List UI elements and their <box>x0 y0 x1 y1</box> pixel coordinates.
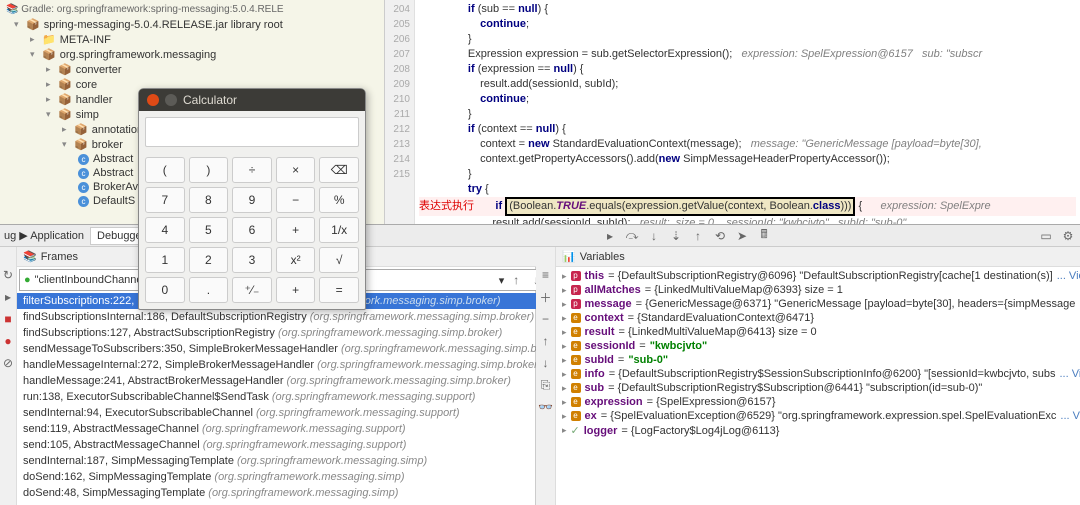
calc-button[interactable]: = <box>319 277 359 303</box>
frame-item[interactable]: doSend:48, SimpMessagingTemplate (org.sp… <box>17 485 571 501</box>
calc-button[interactable]: 1/x <box>319 217 359 243</box>
frame-item[interactable]: doSend:162, SimpMessagingTemplate (org.s… <box>17 469 571 485</box>
breakpoints-icon[interactable]: ● <box>0 333 16 349</box>
variable-list[interactable]: ▸ p this = {DefaultSubscriptionRegistry@… <box>556 267 1080 505</box>
calc-button[interactable]: 7 <box>145 187 185 213</box>
restart-icon[interactable]: ↻ <box>0 267 16 283</box>
calc-button[interactable]: + <box>276 217 316 243</box>
frame-item[interactable]: sendInternal:187, SimpMessagingTemplate … <box>17 453 571 469</box>
resume-icon[interactable]: ▸ <box>602 228 618 244</box>
calc-button[interactable]: 6 <box>232 217 272 243</box>
prev-frame-icon[interactable]: ↑ <box>508 272 524 288</box>
glasses-icon[interactable]: 👓 <box>538 399 554 415</box>
calculator-window[interactable]: Calculator ()÷×⌫789−%456+1/x123x²√0.⁺⁄₋+… <box>138 88 366 310</box>
calc-button[interactable]: x² <box>276 247 316 273</box>
calc-button[interactable]: √ <box>319 247 359 273</box>
run-to-cursor-icon[interactable]: ➤ <box>734 228 750 244</box>
evaluate-icon[interactable]: 🖩 <box>756 228 772 244</box>
calculator-titlebar[interactable]: Calculator <box>139 89 365 111</box>
calc-button[interactable]: 3 <box>232 247 272 273</box>
variable-item[interactable]: ▸ e result = {LinkedMultiValueMap@6413} … <box>558 325 1080 339</box>
variable-item[interactable]: ▸ e sub = {DefaultSubscriptionRegistry$S… <box>558 381 1080 395</box>
drop-frame-icon[interactable]: ⟲ <box>712 228 728 244</box>
up-icon[interactable]: ↑ <box>538 333 554 349</box>
calc-button[interactable]: + <box>276 277 316 303</box>
step-out-icon[interactable]: ↑ <box>690 228 706 244</box>
stop-icon[interactable]: ■ <box>0 311 16 327</box>
frame-list[interactable]: filterSubscriptions:222, DefaultSubscrip… <box>17 293 571 505</box>
meta-inf-node[interactable]: ▸📁 META-INF <box>2 32 382 47</box>
remove-watch-icon[interactable]: − <box>538 311 554 327</box>
pkg-node[interactable]: ▸📦 converter <box>2 62 382 77</box>
debug-label: ug ▶ Application <box>4 229 84 242</box>
frame-item[interactable]: findSubscriptionsInternal:186, DefaultSu… <box>17 309 571 325</box>
step-over-icon[interactable]: ⤼ <box>624 228 640 244</box>
calc-button[interactable]: 8 <box>189 187 229 213</box>
frame-item[interactable]: send:105, AbstractMessageChannel (org.sp… <box>17 437 571 453</box>
calc-button[interactable]: 0 <box>145 277 185 303</box>
calc-button[interactable]: × <box>276 157 316 183</box>
add-watch-icon[interactable]: ≡ <box>538 267 554 283</box>
variable-item[interactable]: ▸ p message = {GenericMessage@6371} "Gen… <box>558 297 1080 311</box>
root-pkg-node[interactable]: ▾📦 org.springframework.messaging <box>2 47 382 62</box>
calculator-display <box>145 117 359 147</box>
calc-button[interactable]: ) <box>189 157 229 183</box>
variable-item[interactable]: ▸ e subId = "sub-0" <box>558 353 1080 367</box>
variable-item[interactable]: ▸ p this = {DefaultSubscriptionRegistry@… <box>558 269 1080 283</box>
variable-item[interactable]: ▸ e ex = {SpelEvaluationException@6529} … <box>558 409 1080 423</box>
tree-header: 📚 Gradle: org.springframework:spring-mes… <box>2 2 382 17</box>
calc-button[interactable]: − <box>276 187 316 213</box>
calc-button[interactable]: 2 <box>189 247 229 273</box>
calc-button[interactable]: ⌫ <box>319 157 359 183</box>
variable-item[interactable]: ▸ p allMatches = {LinkedMultiValueMap@63… <box>558 283 1080 297</box>
calc-button[interactable]: 5 <box>189 217 229 243</box>
resume-icon[interactable]: ▸ <box>0 289 16 305</box>
jar-node[interactable]: ▾📦 spring-messaging-5.0.4.RELEASE.jar li… <box>2 17 382 32</box>
calc-button[interactable]: 9 <box>232 187 272 213</box>
variable-item[interactable]: ▸ ✓ logger = {LogFactory$Log4jLog@6113} <box>558 423 1080 438</box>
step-into-icon[interactable]: ↓ <box>646 228 662 244</box>
layout-icon[interactable]: ▭ <box>1038 228 1054 244</box>
variable-item[interactable]: ▸ e sessionId = "kwbcjvto" <box>558 339 1080 353</box>
calc-button[interactable]: ( <box>145 157 185 183</box>
variable-item[interactable]: ▸ e context = {StandardEvaluationContext… <box>558 311 1080 325</box>
variables-header: 📊 Variables <box>556 247 1080 267</box>
calculator-title: Calculator <box>183 93 237 107</box>
close-icon[interactable] <box>147 94 159 106</box>
down-icon[interactable]: ↓ <box>538 355 554 371</box>
chevron-down-icon: ▾ <box>499 274 505 287</box>
frame-item[interactable]: handleMessageInternal:272, SimpleBrokerM… <box>17 357 571 373</box>
mute-icon[interactable]: ⊘ <box>0 355 16 371</box>
settings-icon[interactable]: ⚙ <box>1060 228 1076 244</box>
calc-button[interactable]: % <box>319 187 359 213</box>
frame-item[interactable]: sendInternal:94, ExecutorSubscribableCha… <box>17 405 571 421</box>
minimize-icon[interactable] <box>165 94 177 106</box>
step-into-force-icon[interactable]: ⇣ <box>668 228 684 244</box>
frame-item[interactable]: run:138, ExecutorSubscribableChannel$Sen… <box>17 389 571 405</box>
frame-item[interactable]: send:119, AbstractMessageChannel (org.sp… <box>17 421 571 437</box>
vars-gutter: ≡ ＋ − ↑ ↓ ⎘ 👓 <box>536 247 556 505</box>
variable-item[interactable]: ▸ e info = {DefaultSubscriptionRegistry$… <box>558 367 1080 381</box>
variable-item[interactable]: ▸ e expression = {SpelExpression@6157} <box>558 395 1080 409</box>
calc-button[interactable]: . <box>189 277 229 303</box>
calc-button[interactable]: 1 <box>145 247 185 273</box>
frames-gutter: ↻ ▸ ■ ● ⊘ <box>0 247 17 505</box>
line-gutter: 204205206207208209210211212213214215 <box>385 0 415 224</box>
variables-panel: ≡ ＋ − ↑ ↓ ⎘ 👓 📊 Variables ▸ p this = {De… <box>536 247 1080 505</box>
copy-icon[interactable]: ⎘ <box>538 377 554 393</box>
editor[interactable]: if (sub == null) { continue; } Expressio… <box>415 0 1080 224</box>
frame-item[interactable]: findSubscriptions:127, AbstractSubscript… <box>17 325 571 341</box>
frame-item[interactable]: sendMessageToSubscribers:350, SimpleBrok… <box>17 341 571 357</box>
calc-button[interactable]: ÷ <box>232 157 272 183</box>
new-watch-icon[interactable]: ＋ <box>538 289 554 305</box>
calculator-keypad: ()÷×⌫789−%456+1/x123x²√0.⁺⁄₋+= <box>139 153 365 309</box>
calc-button[interactable]: ⁺⁄₋ <box>232 277 272 303</box>
code: if (sub == null) { continue; } Expressio… <box>415 0 1080 224</box>
calc-button[interactable]: 4 <box>145 217 185 243</box>
frame-item[interactable]: handleMessage:241, AbstractBrokerMessage… <box>17 373 571 389</box>
